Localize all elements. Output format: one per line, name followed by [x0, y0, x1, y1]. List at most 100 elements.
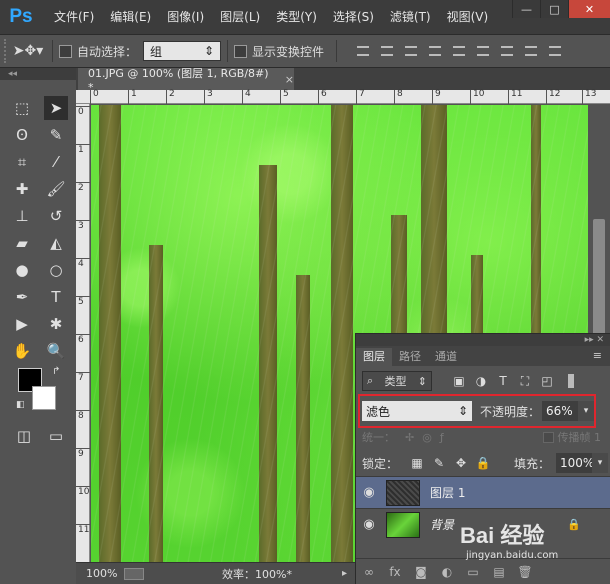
- panel-menu-icon[interactable]: ≡: [593, 349, 602, 362]
- fill-slider-toggle-icon[interactable]: ▾: [592, 453, 609, 473]
- quick-mask-icon[interactable]: ◫: [12, 424, 36, 448]
- ruler-tick: 6: [318, 90, 327, 104]
- tab-layers[interactable]: 图层: [356, 348, 392, 366]
- lock-all-icon[interactable]: 🔒: [472, 454, 494, 472]
- tab-paths[interactable]: 路径: [392, 348, 428, 366]
- visibility-eye-icon[interactable]: ◉: [356, 517, 382, 532]
- distribute-vcenter-icon[interactable]: [521, 41, 541, 61]
- layer-name[interactable]: 背景: [430, 516, 454, 533]
- panel-collapse-icon[interactable]: ▸▸ ✕: [356, 334, 610, 346]
- document-tab[interactable]: 01.JPG @ 100% (图层 1, RGB/8#) * ×: [78, 67, 294, 94]
- quick-select-tool-icon[interactable]: ✎: [44, 123, 68, 147]
- lock-pixels-icon[interactable]: ✎: [428, 454, 450, 472]
- brush-tool-icon[interactable]: 🖌: [44, 177, 68, 201]
- align-vcenter-icon[interactable]: [377, 41, 397, 61]
- paint-bucket-tool-icon[interactable]: ◭: [44, 231, 68, 255]
- zoom-field[interactable]: 100%: [76, 567, 120, 580]
- opacity-slider-toggle-icon[interactable]: ▾: [578, 401, 595, 421]
- blur-tool-icon[interactable]: ●: [10, 258, 34, 282]
- left-ruler[interactable]: 0 1 2 3 4 5 6 7 8 9 10 11: [76, 104, 90, 562]
- background-color-swatch[interactable]: [32, 386, 56, 410]
- align-hcenter-icon[interactable]: [449, 41, 469, 61]
- align-top-icon[interactable]: [353, 41, 373, 61]
- tab-channels[interactable]: 通道: [428, 348, 464, 366]
- menu-file[interactable]: 文件(F): [46, 0, 102, 34]
- adjustment-layer-icon[interactable]: ◐: [434, 565, 460, 579]
- smart-object-filter-icon[interactable]: ◰: [536, 372, 558, 390]
- lock-position-icon[interactable]: ✥: [450, 454, 472, 472]
- crop-tool-icon[interactable]: ⌗: [10, 150, 34, 174]
- lasso-tool-icon[interactable]: ʘ: [10, 123, 34, 147]
- opacity-input[interactable]: 66%: [542, 401, 579, 421]
- menu-edit[interactable]: 编辑(E): [102, 0, 159, 34]
- lock-transparency-icon[interactable]: ▦: [406, 454, 428, 472]
- eyedropper-tool-icon[interactable]: ⁄: [44, 150, 68, 174]
- menu-view[interactable]: 视图(V): [439, 0, 497, 34]
- move-tool-preset-icon[interactable]: ➤✥▾: [10, 40, 46, 62]
- shape-tool-icon[interactable]: ✱: [44, 312, 68, 336]
- align-left-icon[interactable]: [425, 41, 445, 61]
- propagate-checkbox[interactable]: [542, 431, 554, 443]
- stepper-icon: ⇕: [203, 44, 215, 58]
- ruler-tick: 3: [76, 220, 90, 231]
- dodge-tool-icon[interactable]: ○: [44, 258, 68, 282]
- menu-type[interactable]: 类型(Y): [268, 0, 325, 34]
- marquee-tool-icon[interactable]: ⬚: [10, 96, 34, 120]
- menu-filter[interactable]: 滤镜(T): [382, 0, 439, 34]
- menu-layer[interactable]: 图层(L): [212, 0, 268, 34]
- document-info-icon[interactable]: [124, 567, 144, 580]
- shape-filter-icon[interactable]: ⛶: [514, 372, 536, 390]
- tools-collapse-icon[interactable]: ◂◂: [0, 68, 76, 80]
- propagate-frame[interactable]: 传播帧 1: [542, 429, 601, 445]
- scrollbar-thumb[interactable]: [593, 219, 605, 349]
- align-right-icon[interactable]: [473, 41, 493, 61]
- kind-filter-dropdown[interactable]: ⌕ 类型 ⇕: [362, 371, 432, 391]
- hand-tool-icon[interactable]: ✋: [10, 339, 34, 363]
- minimize-button[interactable]: —: [512, 0, 540, 18]
- eraser-tool-icon[interactable]: ▰: [10, 231, 34, 255]
- layer-name[interactable]: 图层 1: [430, 484, 465, 501]
- move-tool-icon[interactable]: ➤: [44, 96, 68, 120]
- type-tool-icon[interactable]: T: [44, 285, 68, 309]
- menu-image[interactable]: 图像(I): [159, 0, 212, 34]
- default-colors-icon[interactable]: ◧: [16, 400, 25, 410]
- color-swatches: ↱ ◧: [16, 366, 66, 418]
- layer-row-layer1[interactable]: ◉ 图层 1: [356, 476, 610, 508]
- clone-stamp-tool-icon[interactable]: ⊥: [10, 204, 34, 228]
- filter-icons: ▣ ◑ T ⛶ ◰: [448, 372, 558, 390]
- filter-toggle[interactable]: [568, 374, 574, 388]
- path-select-tool-icon[interactable]: ▶: [10, 312, 34, 336]
- history-brush-tool-icon[interactable]: ↺: [44, 204, 68, 228]
- link-layers-icon[interactable]: ∞: [356, 565, 382, 579]
- pixel-filter-icon[interactable]: ▣: [448, 372, 470, 390]
- add-mask-icon[interactable]: ◙: [408, 565, 434, 579]
- healing-brush-tool-icon[interactable]: ✚: [10, 177, 34, 201]
- blend-opacity-row: 滤色 ⇕ 不透明度： 66% ▾: [356, 396, 610, 426]
- auto-select-dropdown[interactable]: 组 ⇕: [143, 41, 222, 61]
- ruler-tick: 12: [546, 90, 560, 104]
- type-filter-icon[interactable]: T: [492, 372, 514, 390]
- visibility-eye-icon[interactable]: ◉: [356, 485, 382, 500]
- fill-input[interactable]: 100%: [556, 453, 594, 473]
- align-bottom-icon[interactable]: [401, 41, 421, 61]
- distribute-bottom-icon[interactable]: [545, 41, 565, 61]
- show-transform-checkbox[interactable]: [234, 44, 248, 58]
- menu-select[interactable]: 选择(S): [325, 0, 382, 34]
- blend-mode-dropdown[interactable]: 滤色 ⇕: [362, 401, 472, 421]
- ruler-tick: 4: [76, 258, 90, 269]
- layer-style-icon[interactable]: fx: [382, 565, 408, 579]
- close-window-button[interactable]: ✕: [568, 0, 610, 18]
- auto-select-checkbox[interactable]: [59, 44, 72, 58]
- ruler-tick: 2: [166, 90, 175, 104]
- status-menu-arrow-icon[interactable]: ▸: [342, 568, 347, 579]
- photoshop-logo: Ps: [9, 6, 33, 27]
- distribute-top-icon[interactable]: [497, 41, 517, 61]
- zoom-tool-icon[interactable]: 🔍: [44, 339, 68, 363]
- maximize-button[interactable]: □: [540, 0, 568, 18]
- screen-mode-icon[interactable]: ▭: [44, 424, 68, 448]
- top-ruler[interactable]: 0 1 2 3 4 5 6 7 8 9 10 11 12 13: [76, 90, 610, 104]
- adjustment-filter-icon[interactable]: ◑: [470, 372, 492, 390]
- swap-colors-icon[interactable]: ↱: [52, 366, 60, 377]
- pen-tool-icon[interactable]: ✒: [10, 285, 34, 309]
- close-tab-icon[interactable]: ×: [285, 73, 294, 86]
